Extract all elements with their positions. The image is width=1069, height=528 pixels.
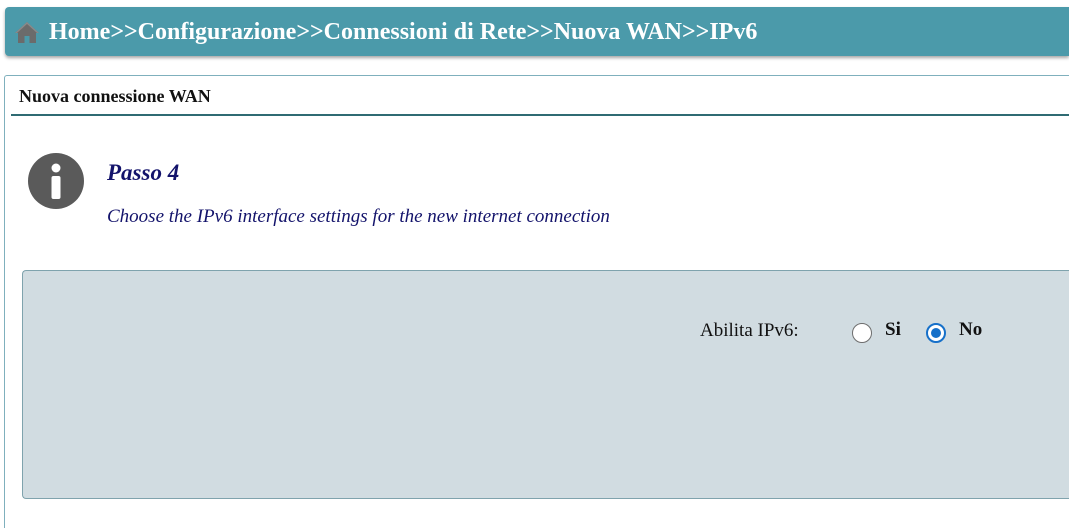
- panel-header: Nuova connessione WAN: [11, 76, 1069, 116]
- breadcrumb[interactable]: Home>>Configurazione>>Connessioni di Ret…: [49, 19, 757, 44]
- home-icon[interactable]: [13, 18, 41, 46]
- info-icon: [27, 152, 85, 210]
- wan-panel: Nuova connessione WAN Passo 4 Choose the…: [4, 75, 1069, 528]
- ipv6-no-label[interactable]: No: [959, 319, 982, 341]
- ipv6-si-label[interactable]: Si: [885, 319, 901, 341]
- enable-ipv6-label: Abilita IPv6:: [700, 320, 799, 341]
- ipv6-settings-box: Abilita IPv6: Si No: [22, 270, 1069, 499]
- panel-title: Nuova connessione WAN: [19, 86, 211, 106]
- step-title: Passo 4: [107, 160, 180, 185]
- ipv6-no-radio[interactable]: [926, 323, 946, 343]
- ipv6-si-radio[interactable]: [852, 323, 872, 343]
- breadcrumb-bar: Home>>Configurazione>>Connessioni di Ret…: [5, 7, 1069, 56]
- step-description: Choose the IPv6 interface settings for t…: [107, 206, 610, 227]
